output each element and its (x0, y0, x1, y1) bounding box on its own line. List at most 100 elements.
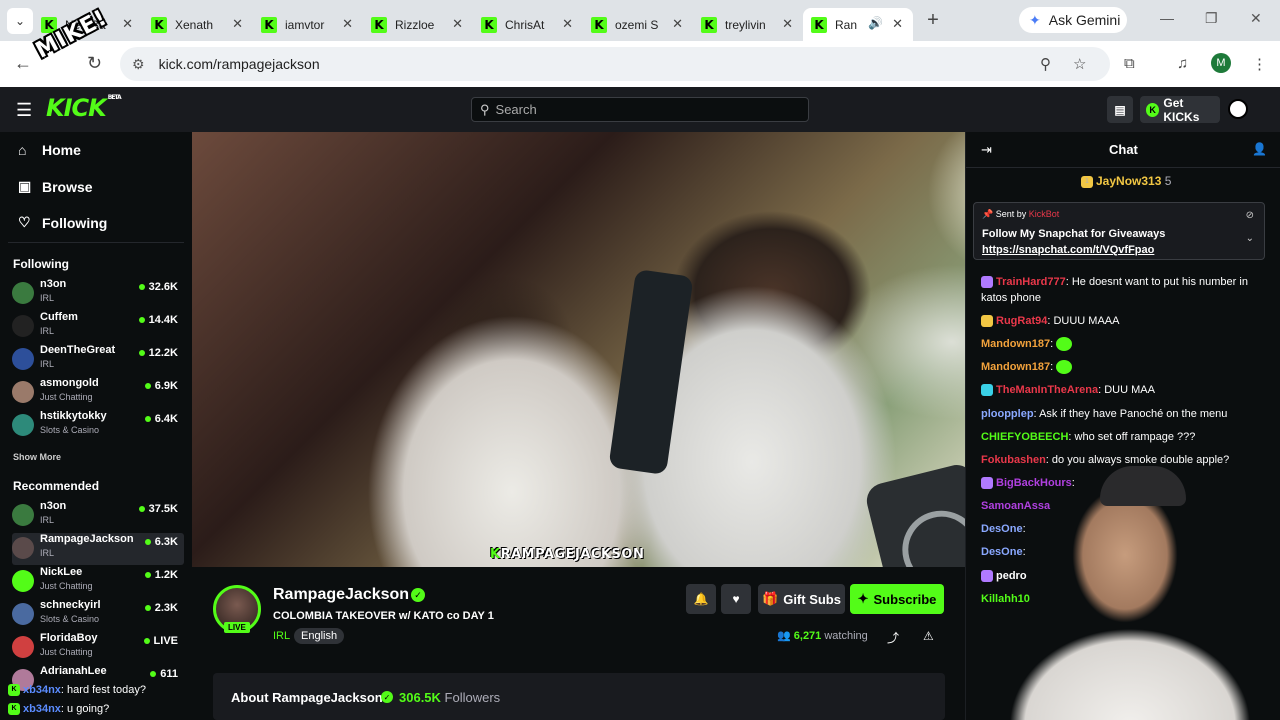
user-avatar[interactable] (1228, 99, 1248, 119)
channel-item-selected[interactable]: RampageJackson IRL 6.3K (12, 533, 184, 565)
back-arrow-icon[interactable]: ← (14, 53, 32, 74)
viewer-count: LIVE (143, 635, 178, 647)
browser-tab[interactable]: K Rizzloe ✕ (363, 8, 473, 41)
chat-user[interactable]: ploopplep (981, 408, 1034, 420)
tab-title: Rizzloe (395, 17, 435, 32)
sidebar-divider (8, 242, 184, 243)
unpin-icon[interactable]: ⊘ (1246, 210, 1254, 221)
chat-user[interactable]: Mandown187 (981, 338, 1050, 350)
channel-avatar (12, 537, 34, 559)
gift-subs-button[interactable]: 🎁 Gift Subs (758, 584, 845, 614)
show-more-link[interactable]: Show More (13, 452, 61, 462)
pinned-message[interactable]: 📌 Sent by KickBot Follow My Snapchat for… (973, 202, 1265, 260)
close-tab-icon[interactable]: ✕ (342, 16, 353, 32)
share-icon[interactable]: ⤴ (887, 629, 899, 646)
close-tab-icon[interactable]: ✕ (562, 16, 573, 32)
close-tab-icon[interactable]: ✕ (122, 16, 133, 32)
zoom-icon[interactable]: ⚲ (1040, 55, 1051, 73)
browser-tab[interactable]: Kiamvtor ✕ (253, 8, 363, 41)
profile-avatar[interactable]: M (1211, 53, 1231, 73)
nav-home[interactable]: ⌂ Home (18, 142, 81, 158)
chat-message: RugRat94: DUUU MAAA (981, 313, 1271, 329)
close-tab-icon[interactable]: ✕ (672, 16, 683, 32)
extensions-icon[interactable]: ⧉ (1124, 55, 1135, 72)
pinned-bot-name: KickBot (1028, 209, 1060, 219)
minimize-icon[interactable]: — (1160, 10, 1174, 26)
subscribe-button[interactable]: ✦ Subscribe (850, 584, 944, 614)
chat-user[interactable]: Mandown187 (981, 361, 1050, 373)
kick-logo[interactable]: KICK BETA (46, 94, 122, 122)
browser-tab-active[interactable]: K Ran 🔊 ✕ (803, 8, 913, 41)
nav-following[interactable]: ♡ Following (18, 214, 107, 231)
browser-tab[interactable]: Ktreylivin ✕ (693, 8, 803, 41)
channel-avatar (12, 381, 34, 403)
stream-category-link[interactable]: IRL (273, 630, 290, 642)
omnibox[interactable]: ⚙ kick.com/rampagejackson ⚲ ☆ (120, 47, 1110, 81)
collapse-chat-icon[interactable]: ⇥ (981, 142, 992, 158)
speaker-icon[interactable]: 🔊 (868, 16, 883, 30)
browse-icon: ▣ (18, 178, 32, 194)
chat-user[interactable]: RugRat94 (996, 315, 1047, 327)
reload-icon[interactable]: ↻ (87, 53, 102, 74)
kick-search-input[interactable]: ⚲ Search (471, 97, 809, 122)
close-tab-icon[interactable]: ✕ (452, 16, 463, 32)
browser-tab[interactable]: Kozemi S ✕ (583, 8, 693, 41)
new-tab-button[interactable]: + (921, 9, 945, 32)
tab-search-button[interactable]: ⌄ (7, 7, 33, 34)
chat-user[interactable]: TheManInTheArena (996, 384, 1098, 396)
channel-item[interactable]: FloridaBoy Just Chatting LIVE (12, 632, 184, 664)
chat-user[interactable]: Killahh10 (981, 593, 1030, 605)
following-header: Following (13, 257, 69, 271)
chat-user[interactable]: CHIEFYOBEECH (981, 431, 1068, 443)
hamburger-menu-icon[interactable]: ☰ (16, 100, 32, 121)
viewer-count: 2.3K (144, 602, 178, 614)
url-text[interactable]: kick.com/rampagejackson (159, 56, 320, 72)
top-gifter[interactable]: 1 JayNow313 5 (1081, 174, 1171, 188)
close-tab-icon[interactable]: ✕ (892, 16, 903, 32)
tab-title: Xenath (175, 17, 214, 32)
chat-user[interactable]: pedro (996, 570, 1027, 582)
get-kicks-button[interactable]: K Get KICKs (1140, 96, 1220, 124)
channel-item[interactable]: schneckyirl Slots & Casino 2.3K (12, 599, 184, 631)
browser-tab[interactable]: K Xenath ✕ (143, 8, 253, 41)
close-window-icon[interactable]: ✕ (1250, 10, 1262, 27)
channel-item[interactable]: Cuffem IRL 14.4K (12, 311, 184, 343)
notification-bell-button[interactable]: 🔔 (686, 584, 716, 614)
follow-heart-button[interactable]: ♥ (721, 584, 751, 614)
heart-icon: ♡ (18, 214, 31, 230)
bookmark-star-icon[interactable]: ☆ (1073, 55, 1086, 73)
browser-tab[interactable]: K ChrisAt ✕ (473, 8, 583, 41)
pinned-link[interactable]: https://snapchat.com/t/VQvfFpao (982, 244, 1154, 256)
expand-chevron-icon[interactable]: ⌄ (1246, 233, 1254, 244)
channel-name: RampageJackson (40, 533, 134, 545)
chat-user[interactable]: SamoanAssa (981, 500, 1050, 512)
channel-item[interactable]: n3on IRL 37.5K (12, 500, 184, 532)
channel-name-title[interactable]: RampageJackson (273, 586, 409, 604)
site-info-icon[interactable]: ⚙ (132, 56, 145, 73)
chat-user[interactable]: Fokubashen (981, 454, 1046, 466)
chat-user[interactable]: DesOne (981, 546, 1023, 558)
chat-user[interactable]: DesOne (981, 523, 1023, 535)
nav-browse[interactable]: ▣ Browse (18, 178, 93, 195)
channel-item[interactable]: n3on IRL 32.6K (12, 278, 184, 310)
chat-users-icon[interactable]: 👤 (1252, 142, 1267, 156)
channel-category: Just Chatting (40, 581, 93, 591)
media-controls-icon[interactable]: ♫ (1177, 55, 1188, 72)
channel-item[interactable]: hstikkytokky Slots & Casino 6.4K (12, 410, 184, 442)
layout-toggle-button[interactable]: ▤ (1107, 96, 1133, 123)
report-warning-icon[interactable]: ⚠ (923, 629, 934, 643)
chat-user[interactable]: TrainHard777 (996, 276, 1066, 288)
chat-user[interactable]: BigBackHours (996, 477, 1072, 489)
ask-gemini-button[interactable]: ✦ Ask Gemini (1019, 7, 1127, 33)
close-tab-icon[interactable]: ✕ (782, 16, 793, 32)
channel-item[interactable]: DeenTheGreat IRL 12.2K (12, 344, 184, 376)
overlay-chat-user: xb34nx (23, 703, 61, 715)
video-player[interactable] (192, 132, 965, 567)
channel-item[interactable]: asmongold Just Chatting 6.9K (12, 377, 184, 409)
channel-item[interactable]: NickLee Just Chatting 1.2K (12, 566, 184, 598)
more-menu-icon[interactable]: ⋮ (1252, 55, 1267, 73)
maximize-icon[interactable]: ❐ (1205, 10, 1218, 27)
kick-favicon-icon: K (151, 16, 167, 33)
close-tab-icon[interactable]: ✕ (232, 16, 243, 32)
language-tag[interactable]: English (294, 628, 345, 644)
